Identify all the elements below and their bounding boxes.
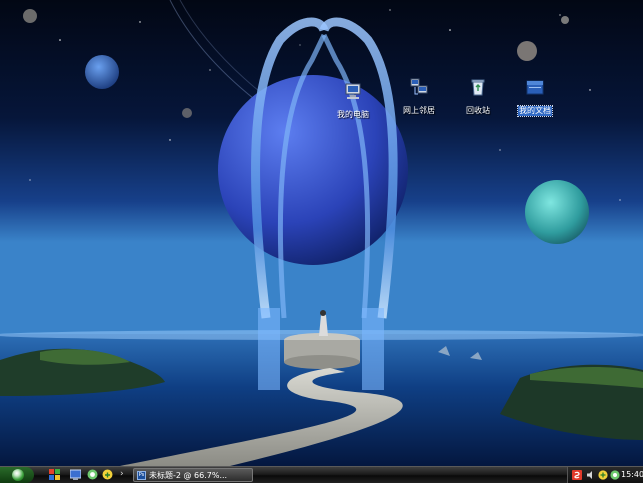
messenger-icon[interactable] bbox=[102, 469, 113, 480]
system-tray: 15:40 bbox=[567, 467, 643, 483]
network-tray-icon[interactable] bbox=[610, 470, 620, 480]
taskbar: › Ps 未标题-2 @ 66.7%... 15:40 bbox=[0, 466, 643, 483]
my-computer-icon bbox=[345, 83, 361, 99]
desktop-icon-my-documents[interactable]: 我的文档 bbox=[507, 78, 563, 117]
messenger-tray-icon[interactable] bbox=[598, 470, 608, 480]
desktop-icon-my-computer[interactable]: 我的电脑 bbox=[325, 82, 381, 121]
desktop-icon-label: 我的电脑 bbox=[337, 110, 369, 119]
task-button-photoshop[interactable]: Ps 未标题-2 @ 66.7%... bbox=[133, 468, 253, 482]
my-documents-icon bbox=[526, 80, 544, 95]
desktop-icon-label: 网上邻居 bbox=[403, 106, 435, 115]
recycle-bin-icon bbox=[471, 79, 485, 96]
network-places-icon bbox=[410, 78, 428, 95]
start-orb-icon bbox=[12, 469, 24, 481]
start-button[interactable] bbox=[0, 467, 34, 483]
desktop-icon-recycle-bin[interactable]: 回收站 bbox=[450, 78, 506, 117]
windows-flag-icon[interactable] bbox=[49, 469, 60, 480]
desktop-icon-label: 回收站 bbox=[466, 106, 490, 115]
speaker-icon[interactable] bbox=[586, 470, 596, 480]
quick-launch-expand-icon[interactable]: › bbox=[120, 468, 124, 480]
photoshop-icon: Ps bbox=[137, 471, 146, 480]
wallpaper bbox=[0, 0, 643, 466]
task-button-label: 未标题-2 @ 66.7%... bbox=[149, 471, 228, 480]
show-desktop-icon[interactable] bbox=[70, 469, 81, 480]
desktop-icon-label: 我的文档 bbox=[517, 105, 553, 117]
sogou-input-icon[interactable] bbox=[572, 470, 582, 480]
clock[interactable]: 15:40 bbox=[621, 469, 643, 480]
browser-icon[interactable] bbox=[87, 469, 98, 480]
desktop[interactable]: 我的电脑 网上邻居 回收站 我的文档 bbox=[0, 0, 643, 466]
desktop-icon-network-places[interactable]: 网上邻居 bbox=[391, 78, 447, 117]
